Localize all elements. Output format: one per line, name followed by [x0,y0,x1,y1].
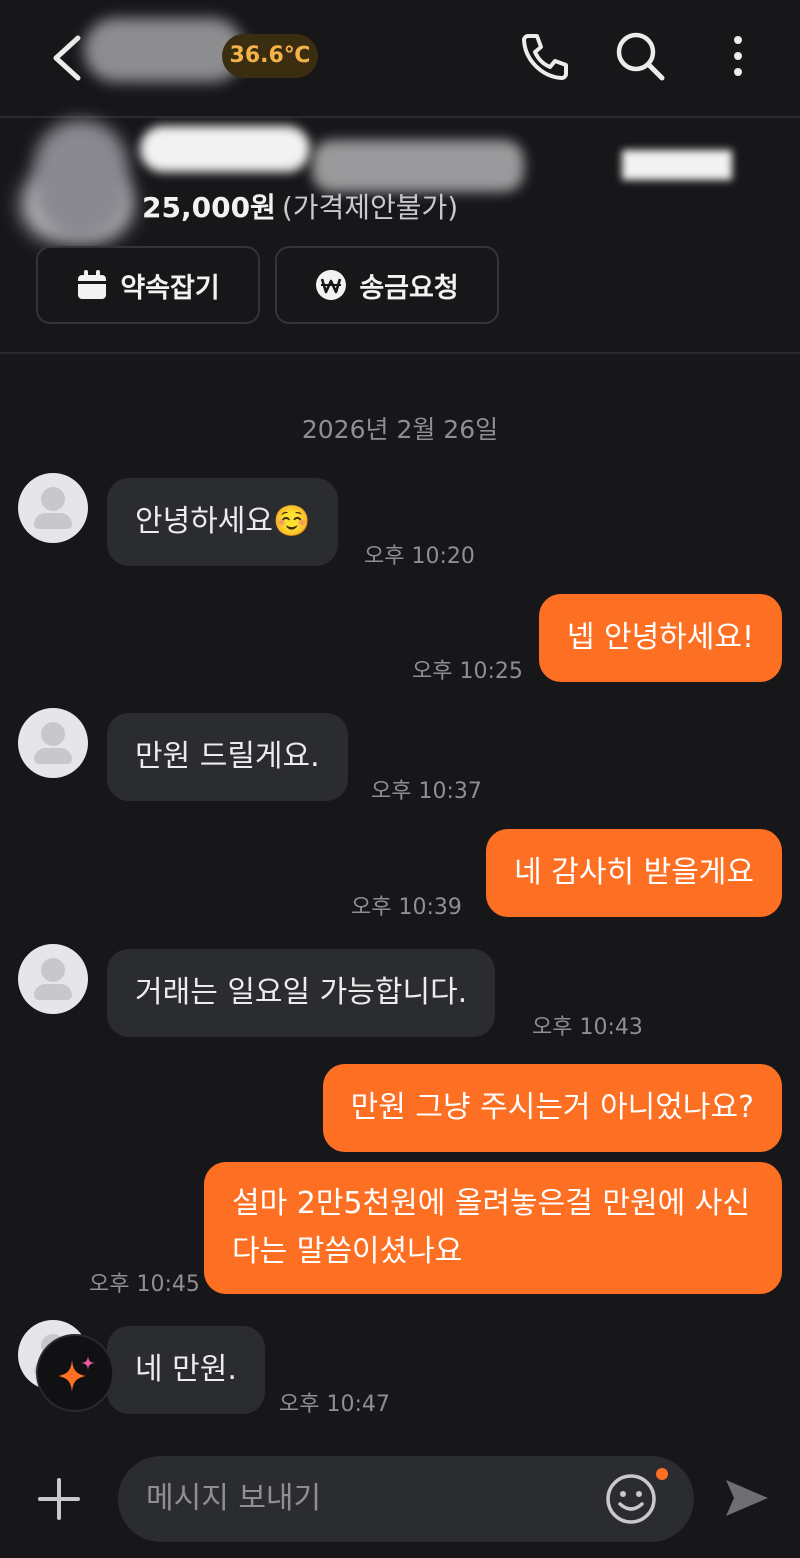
search-icon[interactable] [612,28,668,84]
date-divider: 2026년 2월 26일 [301,415,499,444]
message-input-placeholder: 메시지 보내기 [146,1481,322,1516]
incoming-message[interactable]: 만원 드릴게요. [107,713,348,801]
message-time: 오후 10:45 [89,1272,200,1297]
product-price: 25,000원 (가격제안불가) [142,186,458,226]
send-icon[interactable] [720,1472,772,1524]
more-icon[interactable] [710,28,766,84]
outgoing-message[interactable]: 만원 그냥 주시는거 아니었나요? [322,1064,782,1152]
message-time: 오후 10:39 [351,895,462,920]
transfer-label: 송금요청 [359,272,459,304]
schedule-button[interactable]: 약속잡기 [36,246,260,324]
calendar-icon [78,270,107,299]
phone-icon[interactable] [514,28,570,84]
plus-icon[interactable] [36,1476,82,1522]
outgoing-message[interactable]: 설마 2만5천원에 올려놓은걸 만원에 사신다는 말씀이셨나요 [204,1162,782,1294]
message-time: 오후 10:25 [412,659,523,684]
incoming-message[interactable]: 거래는 일요일 가능합니다. [107,949,496,1037]
avatar[interactable] [18,473,88,543]
message-time: 오후 10:47 [279,1392,390,1417]
sparkle-icon [58,1356,95,1392]
notification-dot [656,1468,668,1480]
avatar[interactable] [18,944,88,1014]
incoming-message[interactable]: 네 만원. [107,1326,265,1414]
manner-temperature-badge: 36.6℃ [222,34,318,78]
outgoing-message[interactable]: 네 감사히 받을게요 [486,829,782,917]
schedule-label: 약속잡기 [120,272,220,304]
message-time: 오후 10:20 [364,544,475,569]
product-thumbnail[interactable] [34,120,128,240]
product-info-bar[interactable]: 25,000원 (가격제안불가) 약속잡기 송금요청 [0,120,800,354]
blurred-product-title [312,140,524,192]
message-time: 오후 10:37 [371,779,482,804]
transfer-request-button[interactable]: 송금요청 [275,246,499,324]
avatar[interactable] [18,708,88,778]
ai-assistant-button[interactable] [36,1334,114,1412]
price-value: 25,000원 [142,191,276,224]
won-currency-icon [316,270,347,300]
incoming-message[interactable]: 안녕하세요☺️ [107,478,339,566]
chat-header: 36.6℃ [0,0,800,118]
blurred-product-status [622,150,732,180]
outgoing-message[interactable]: 넵 안녕하세요! [538,594,782,682]
price-note: (가격제안불가) [281,191,459,224]
emoji-icon[interactable] [604,1472,658,1526]
blurred-username [84,18,244,82]
message-time: 오후 10:43 [532,1015,643,1040]
blurred-product-title [140,126,310,172]
